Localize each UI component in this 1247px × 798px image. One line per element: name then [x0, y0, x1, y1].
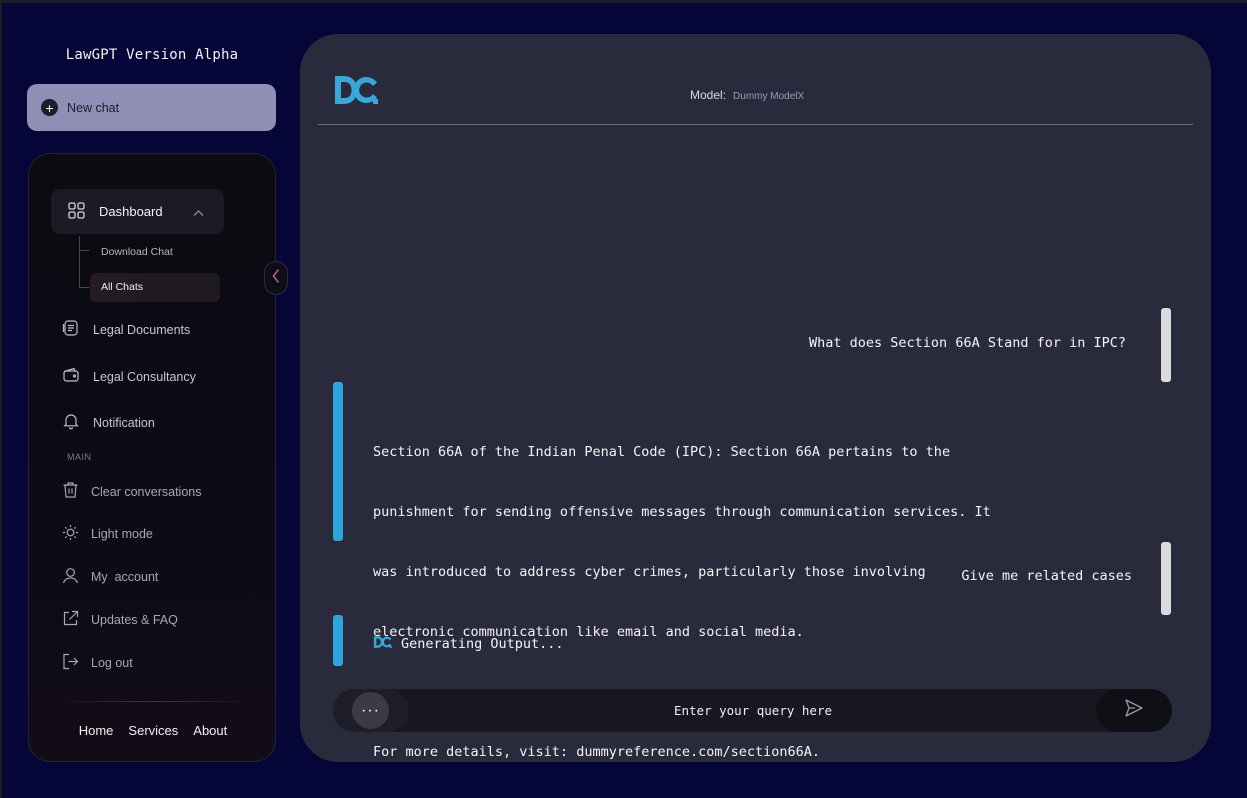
- chevron-left-icon: [272, 268, 280, 289]
- footer-links: Home Services About: [29, 723, 277, 738]
- chat-panel: Model: Dummy ModelX What does Section 66A…: [300, 34, 1211, 762]
- footer-link-home[interactable]: Home: [79, 723, 114, 738]
- trash-icon: [62, 481, 79, 502]
- sidebar-item-log-out[interactable]: Log out: [62, 653, 133, 673]
- user-icon: [62, 567, 79, 587]
- collapse-sidebar-button[interactable]: [264, 261, 288, 295]
- send-icon: [1124, 698, 1144, 723]
- logout-icon: [62, 653, 79, 673]
- sidebar-item-label: My account: [91, 570, 159, 584]
- sidebar-item-label: Legal Documents: [93, 322, 191, 337]
- sidebar-item-updates-faq[interactable]: Updates & FAQ: [62, 610, 178, 630]
- sun-icon: [62, 524, 79, 544]
- user-message-bar: [1161, 542, 1171, 615]
- sidebar-item-my-account[interactable]: My account: [62, 567, 158, 587]
- sidebar-item-light-mode[interactable]: Light mode: [62, 524, 153, 544]
- sidebar-item-clear-conversations[interactable]: Clear conversations: [62, 481, 201, 502]
- section-label-main: MAIN: [67, 452, 92, 462]
- assistant-message: Section 66A of the Indian Penal Code (IP…: [373, 402, 991, 798]
- sidebar-subitem-download-chat[interactable]: Download Chat: [101, 246, 173, 258]
- query-input[interactable]: [453, 689, 1053, 732]
- model-indicator: Model: Dummy ModelX: [690, 88, 804, 102]
- user-message: What does Section 66A Stand for in IPC?: [809, 335, 1126, 351]
- composer: ···: [333, 689, 1172, 732]
- sidebar-item-label: Dashboard: [99, 204, 163, 219]
- assistant-message-bar: [333, 615, 343, 666]
- dc-logo: [333, 74, 381, 111]
- sidebar-item-notification[interactable]: Notification: [62, 412, 155, 433]
- user-message: Give me related cases: [961, 568, 1132, 584]
- more-options-button[interactable]: ···: [352, 692, 389, 729]
- more-options-wrapper: ···: [333, 689, 409, 732]
- footer-link-services[interactable]: Services: [128, 723, 178, 738]
- assistant-message-line: For more details, visit: dummyreference.…: [373, 744, 821, 760]
- header-divider: [318, 124, 1193, 125]
- dc-logo-small-icon: [373, 635, 393, 653]
- sidebar-item-label: Clear conversations: [91, 484, 202, 499]
- generating-status-text: Generating Output...: [401, 636, 564, 652]
- assistant-message-line: Section 66A of the Indian Penal Code (IP…: [373, 444, 951, 460]
- grid-icon: [68, 201, 85, 222]
- generating-status: Generating Output...: [373, 635, 564, 653]
- sidebar-item-label: Legal Consultancy: [93, 369, 196, 384]
- send-button[interactable]: [1096, 689, 1172, 732]
- app-title: LawGPT Version Alpha: [65, 47, 239, 63]
- tree-line: [79, 236, 80, 288]
- assistant-message-line: was introduced to address cyber crimes, …: [373, 564, 926, 580]
- sidebar-item-label: Log out: [91, 656, 133, 670]
- sidebar-divider: [55, 701, 255, 702]
- sidebar: Dashboard Download Chat All Chats Legal …: [28, 153, 276, 762]
- sidebar-item-label: Notification: [93, 415, 155, 430]
- new-chat-button[interactable]: + New chat: [27, 84, 276, 131]
- sidebar-item-legal-consultancy[interactable]: Legal Consultancy: [62, 366, 196, 387]
- sidebar-subitem-all-chats[interactable]: All Chats: [90, 273, 220, 302]
- footer-link-about[interactable]: About: [193, 723, 227, 738]
- tree-branch: [79, 250, 89, 251]
- more-options-icon: ···: [361, 701, 380, 719]
- wallet-icon: [62, 366, 80, 387]
- assistant-message-line: punishment for sending offensive message…: [373, 504, 991, 520]
- new-chat-label: New chat: [67, 100, 120, 115]
- sidebar-item-dashboard[interactable]: Dashboard: [51, 189, 224, 234]
- sidebar-item-legal-documents[interactable]: Legal Documents: [62, 319, 190, 340]
- plus-circle-icon: +: [41, 99, 58, 116]
- tree-branch: [79, 287, 89, 288]
- model-value[interactable]: Dummy ModelX: [733, 91, 804, 102]
- user-message-bar: [1161, 308, 1171, 382]
- chevron-up-icon[interactable]: [193, 205, 204, 220]
- sidebar-item-label: Updates & FAQ: [91, 613, 178, 627]
- documents-icon: [62, 319, 80, 340]
- external-link-icon: [62, 610, 79, 630]
- sidebar-item-label: Light mode: [91, 527, 153, 541]
- bell-icon: [62, 412, 80, 433]
- assistant-message-bar: [333, 382, 343, 541]
- model-label: Model:: [690, 88, 727, 102]
